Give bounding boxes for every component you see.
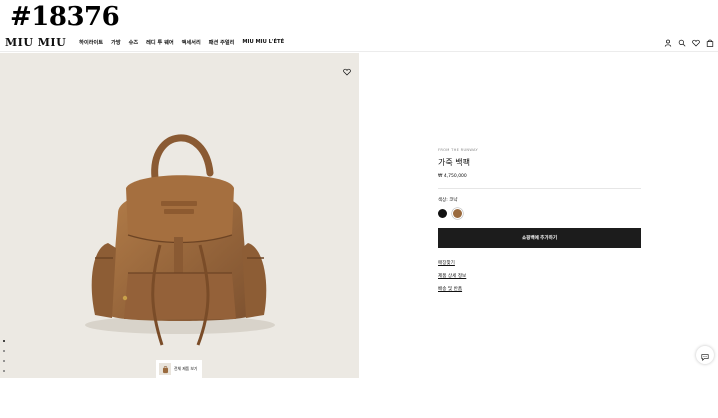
store-locator-link[interactable]: 매장찾기 — [438, 260, 641, 266]
gallery-pagination — [3, 340, 5, 378]
account-icon[interactable] — [664, 39, 672, 47]
swatch-black[interactable] — [438, 209, 447, 218]
product-image-backpack — [85, 134, 275, 346]
product-image-gallery[interactable] — [0, 53, 359, 378]
product-title: 가죽 백팩 — [438, 158, 470, 167]
nav-item-highlights[interactable]: 하이라이트 — [75, 39, 107, 46]
nav-item-shoes[interactable]: 슈즈 — [125, 39, 143, 46]
chat-icon — [701, 346, 709, 365]
nav-item-miu-miu-lete[interactable]: MIU MIU L'ÉTÉ — [238, 39, 288, 46]
view-all-products-button[interactable]: 전체 제품 보기 — [156, 360, 202, 378]
add-to-cart-button[interactable]: 쇼핑백에 추가하기 — [438, 228, 641, 248]
wishlist-icon[interactable] — [692, 39, 700, 47]
nav-item-fashion-jewelry[interactable]: 패션 주얼리 — [205, 39, 239, 46]
product-info-panel: FROM THE RUNWAY 가죽 백팩 ₩ 4,750,000 색상: 코냑… — [438, 148, 641, 292]
chat-button[interactable] — [696, 346, 714, 364]
view-all-label: 전체 제품 보기 — [174, 366, 198, 371]
color-swatches — [438, 209, 641, 218]
favorite-heart-icon[interactable] — [343, 61, 351, 76]
gallery-dot[interactable] — [3, 350, 5, 352]
product-price: ₩ 4,750,000 — [438, 174, 467, 179]
shipping-returns-link[interactable]: 배송 및 반품 — [438, 286, 641, 292]
nav-item-ready-to-wear[interactable]: 레디 투 웨어 — [142, 39, 177, 46]
top-navigation: MIU MIU 하이라이트 가방 슈즈 레디 투 웨어 액세서리 패션 주얼리 … — [0, 34, 718, 52]
brand-logo[interactable]: MIU MIU — [5, 36, 66, 49]
gallery-dot[interactable] — [3, 370, 5, 372]
product-details-link[interactable]: 제품 상세 정보 — [438, 273, 641, 279]
search-icon[interactable] — [678, 39, 686, 47]
backpack-thumbnail — [159, 363, 171, 375]
screenshot-tag: #18376 — [10, 2, 120, 32]
swatch-cognac[interactable] — [453, 209, 462, 218]
main-nav: 하이라이트 가방 슈즈 레디 투 웨어 액세서리 패션 주얼리 MIU MIU … — [75, 39, 288, 46]
divider — [438, 188, 641, 189]
utility-icons — [664, 34, 714, 52]
product-links: 매장찾기 제품 상세 정보 배송 및 반품 — [438, 260, 641, 292]
gallery-dot[interactable] — [3, 360, 5, 362]
nav-item-bags[interactable]: 가방 — [107, 39, 125, 46]
gallery-dot[interactable] — [3, 340, 5, 342]
color-label: 색상: 코냑 — [438, 198, 458, 203]
product-eyebrow: FROM THE RUNWAY — [438, 148, 478, 152]
bag-icon[interactable] — [706, 39, 714, 47]
nav-item-accessories[interactable]: 액세서리 — [178, 39, 205, 46]
